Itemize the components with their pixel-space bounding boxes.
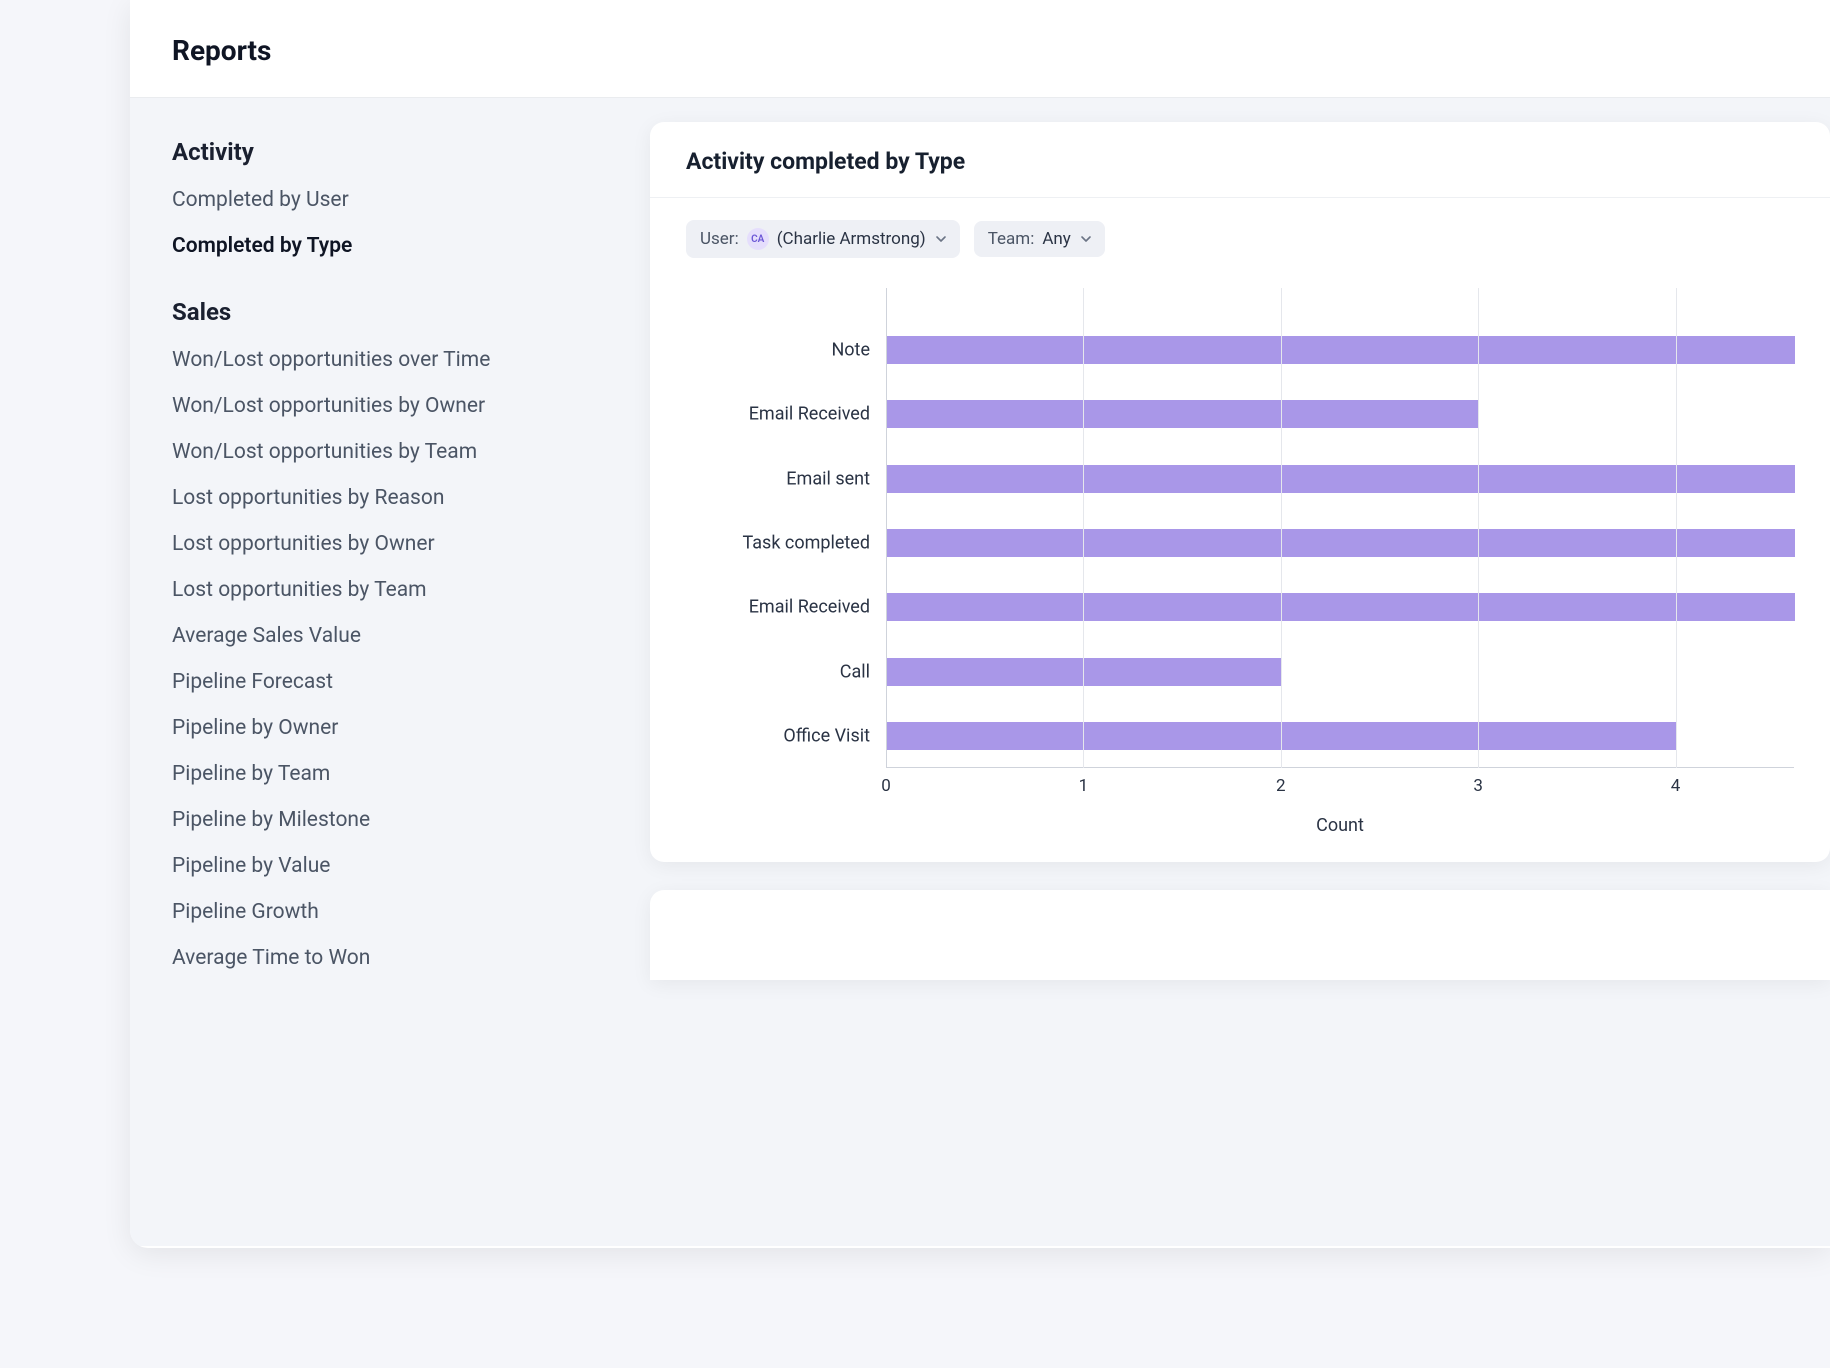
- bar: [887, 593, 1795, 621]
- bar-row: Note: [886, 336, 1794, 364]
- main-area: Activity completed by Type User: CA (Cha…: [650, 98, 1830, 1246]
- filter-user-label: User:: [700, 229, 739, 249]
- sidebar-item-pipeline-team[interactable]: Pipeline by Team: [172, 762, 608, 786]
- x-axis-title: Count: [1316, 815, 1364, 836]
- bar: [887, 658, 1282, 686]
- x-tick-label: 4: [1671, 776, 1681, 796]
- bar: [887, 465, 1795, 493]
- bar: [887, 336, 1795, 364]
- x-tick-label: 3: [1473, 776, 1483, 796]
- chevron-down-icon: [934, 232, 948, 246]
- section-title-activity: Activity: [172, 138, 608, 166]
- sidebar-item-wonlost-team[interactable]: Won/Lost opportunities by Team: [172, 440, 608, 464]
- sidebar-item-pipeline-forecast[interactable]: Pipeline Forecast: [172, 670, 608, 694]
- sidebar-item-pipeline-owner[interactable]: Pipeline by Owner: [172, 716, 608, 740]
- bar: [887, 722, 1677, 750]
- section-title-sales: Sales: [172, 298, 608, 326]
- sidebar-item-pipeline-value[interactable]: Pipeline by Value: [172, 854, 608, 878]
- x-tick-label: 0: [881, 776, 891, 796]
- gridline: [1478, 288, 1479, 768]
- sidebar-item-lost-reason[interactable]: Lost opportunities by Reason: [172, 486, 608, 510]
- bar-row: Email Received: [886, 400, 1794, 428]
- x-tick-label: 2: [1276, 776, 1286, 796]
- report-card: Activity completed by Type User: CA (Cha…: [650, 122, 1830, 862]
- sidebar-item-completed-by-type[interactable]: Completed by Type: [172, 234, 608, 258]
- bar: [887, 529, 1795, 557]
- app-card: Reports Activity Completed by User Compl…: [130, 0, 1830, 1248]
- bar-label: Call: [840, 661, 870, 682]
- bar-row: Task completed: [886, 529, 1794, 557]
- bar-label: Office Visit: [783, 725, 870, 746]
- gridline: [1676, 288, 1677, 768]
- sidebar-item-pipeline-growth[interactable]: Pipeline Growth: [172, 900, 608, 924]
- sidebar-item-completed-by-user[interactable]: Completed by User: [172, 188, 608, 212]
- sidebar-item-wonlost-time[interactable]: Won/Lost opportunities over Time: [172, 348, 608, 372]
- report-title: Activity completed by Type: [686, 148, 1794, 175]
- bar-row: Call: [886, 658, 1794, 686]
- secondary-card: [650, 890, 1830, 980]
- gridline: [1083, 288, 1084, 768]
- sidebar-item-lost-team[interactable]: Lost opportunities by Team: [172, 578, 608, 602]
- bar-label: Email Received: [749, 404, 870, 425]
- filter-row: User: CA (Charlie Armstrong) Team: Any: [650, 198, 1830, 268]
- filter-team-label: Team:: [988, 229, 1035, 249]
- chart: Note Email Received Email sent Task complet…: [650, 268, 1830, 862]
- sidebar-item-pipeline-milestone[interactable]: Pipeline by Milestone: [172, 808, 608, 832]
- bar-label: Email Received: [749, 597, 870, 618]
- bar-label: Email sent: [786, 468, 870, 489]
- filter-user-value: (Charlie Armstrong): [777, 229, 926, 249]
- sidebar-section-activity: Activity Completed by User Completed by …: [172, 138, 608, 258]
- sidebar-item-lost-owner[interactable]: Lost opportunities by Owner: [172, 532, 608, 556]
- report-header: Activity completed by Type: [650, 122, 1830, 198]
- sidebar-item-wonlost-owner[interactable]: Won/Lost opportunities by Owner: [172, 394, 608, 418]
- sidebar-section-sales: Sales Won/Lost opportunities over Time W…: [172, 298, 608, 970]
- bar-row: Email sent: [886, 465, 1794, 493]
- sidebar-item-avg-time-won[interactable]: Average Time to Won: [172, 946, 608, 970]
- chevron-down-icon: [1079, 232, 1093, 246]
- filter-user[interactable]: User: CA (Charlie Armstrong): [686, 220, 960, 258]
- gridline: [1281, 288, 1282, 768]
- bar-row: Office Visit: [886, 722, 1794, 750]
- x-tick-label: 1: [1079, 776, 1089, 796]
- filter-team-value: Any: [1042, 229, 1071, 249]
- bar-label: Note: [831, 340, 870, 361]
- bar-label: Task completed: [742, 532, 870, 553]
- avatar: CA: [747, 228, 769, 250]
- sidebar: Activity Completed by User Completed by …: [130, 98, 650, 1246]
- filter-team[interactable]: Team: Any: [974, 221, 1105, 257]
- sidebar-item-avg-sales[interactable]: Average Sales Value: [172, 624, 608, 648]
- page-title: Reports: [172, 34, 1788, 67]
- bar-row: Email Received: [886, 593, 1794, 621]
- bar: [887, 400, 1479, 428]
- page-header: Reports: [130, 0, 1830, 98]
